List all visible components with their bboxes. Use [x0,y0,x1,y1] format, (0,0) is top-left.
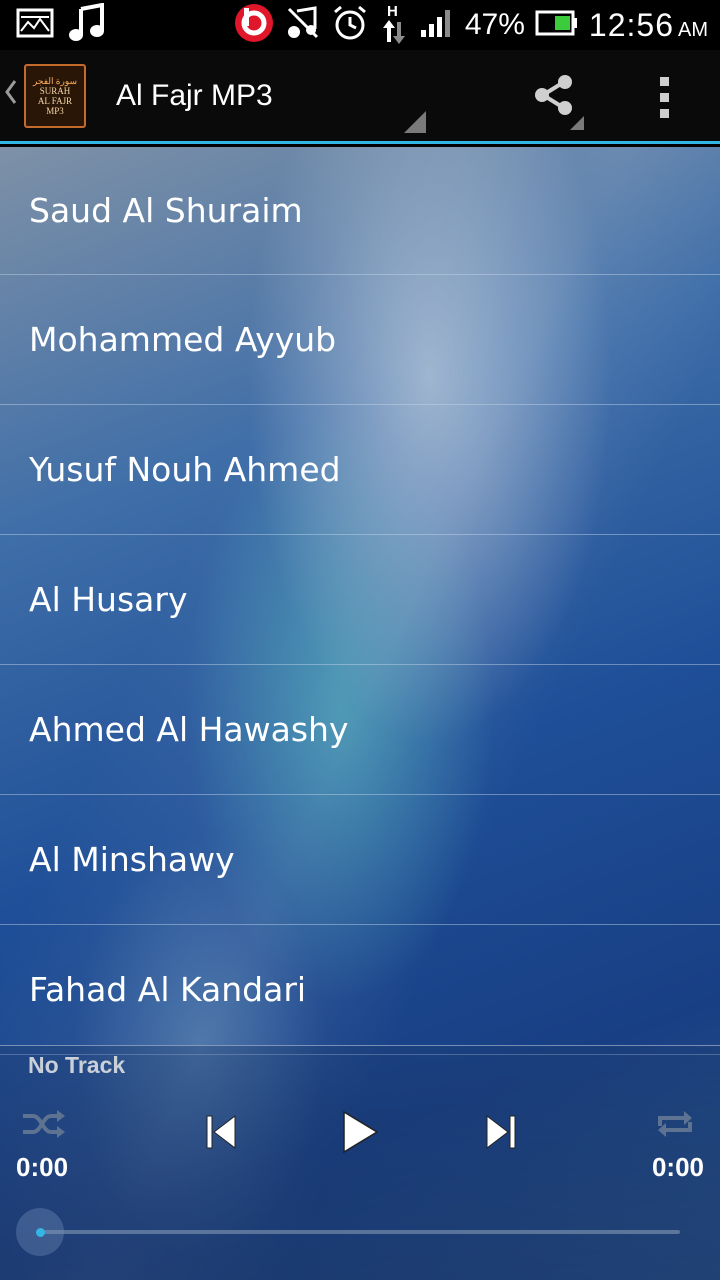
logo-text-al-fajr: AL FAJR [37,95,73,106]
shuffle-button[interactable] [18,1106,68,1146]
overflow-dot [659,92,669,102]
player-panel: No Track 0:00 0:00 [0,1045,720,1280]
previous-icon [203,1113,239,1155]
list-item-fahad-al-kandari[interactable]: Fahad Al Kandari [0,925,720,1055]
logo-text-mp3: MP3 [46,105,64,116]
share-icon [532,73,576,121]
seek-thumb-core [35,1227,45,1237]
seek-bar-thumb[interactable] [16,1208,64,1256]
list-item-ahmed-al-hawashy[interactable]: Ahmed Al Hawashy [0,665,720,795]
clock: 12:56 AM [589,7,708,44]
next-icon [483,1113,519,1155]
action-bar: سورة الفجر SURAH AL FAJR MP3 Al Fajr MP3 [0,50,720,144]
status-bar: H 47% 12:56 AM [0,0,720,50]
total-duration: 0:00 [651,1152,704,1182]
share-dropdown-indicator-icon [570,116,584,130]
logo-text-surah: SURAH [39,85,71,96]
next-button[interactable] [476,1112,526,1156]
spinner-indicator-icon [404,110,426,133]
clock-time: 12:56 [588,6,674,43]
play-button[interactable] [332,1108,388,1160]
overflow-menu-icon [659,76,669,86]
overflow-menu-button[interactable] [640,50,688,144]
battery-icon [535,10,579,40]
list-item-al-minshawy[interactable]: Al Minshawy [0,795,720,925]
music-note-icon [68,2,106,47]
list-item-al-husary[interactable]: Al Husary [0,535,720,665]
signal-icon [419,8,455,42]
play-icon [339,1109,381,1159]
alarm-icon [331,4,369,46]
title-spinner[interactable]: Al Fajr MP3 [116,49,426,143]
clock-ampm: AM [678,18,708,41]
previous-button[interactable] [196,1112,246,1156]
battery-percent: 47% [464,8,525,41]
seek-bar[interactable] [40,1230,680,1234]
logo-arabic-text: سورة الفجر [32,75,78,86]
share-button[interactable] [522,50,586,144]
list-item-yusuf-nouh-ahmed[interactable]: Yusuf Nouh Ahmed [0,405,720,535]
app-logo[interactable]: سورة الفجر SURAH AL FAJR MP3 [24,63,86,128]
app-title: Al Fajr MP3 [116,78,273,112]
up-navigation-icon[interactable] [4,77,20,115]
beats-audio-icon [233,2,275,48]
elapsed-time: 0:00 [16,1152,69,1182]
svg-text:H: H [387,3,398,20]
track-name: No Track [28,1052,126,1078]
image-icon [16,7,54,43]
hspa-data-icon: H [379,2,409,48]
list-item-mohammed-ayyub[interactable]: Mohammed Ayyub [0,275,720,405]
repeat-button[interactable] [650,1106,700,1146]
overflow-dot [659,108,669,118]
shuffle-icon [21,1108,65,1144]
mute-icon [285,5,321,45]
repeat-icon [654,1108,696,1144]
reciter-list[interactable]: Saud Al Shuraim Mohammed Ayyub Yusuf Nou… [0,147,720,1055]
list-item-saud-al-shuraim[interactable]: Saud Al Shuraim [0,147,720,275]
